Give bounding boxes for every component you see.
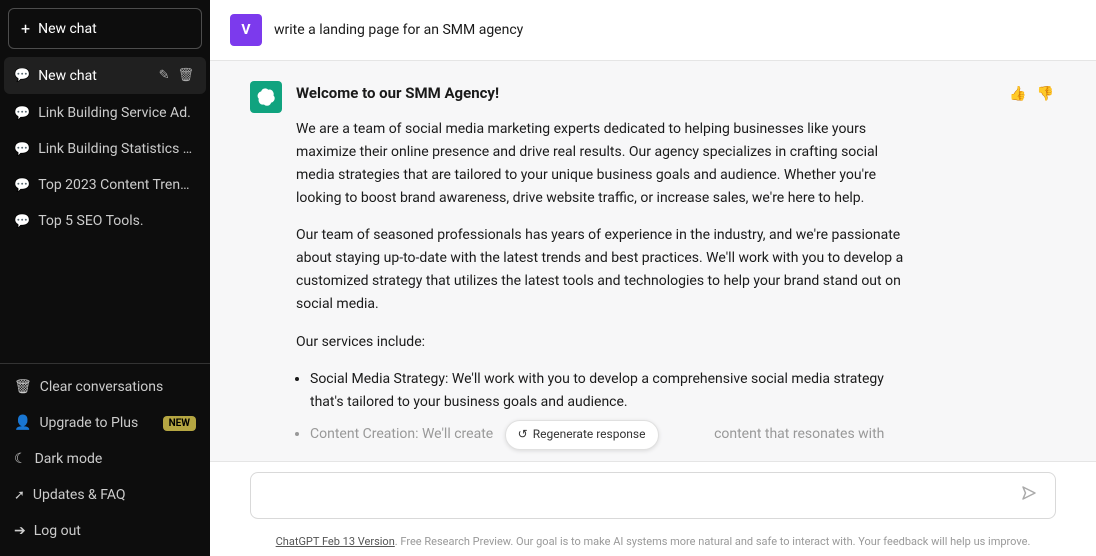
assistant-message-content: Welcome to our SMM Agency! We are a team… bbox=[296, 81, 916, 456]
delete-icon[interactable]: 🗑 bbox=[175, 66, 196, 85]
new-badge: NEW bbox=[163, 416, 196, 431]
regenerate-tooltip[interactable]: ↺ Regenerate response bbox=[505, 420, 659, 450]
chat-icon: 💬 bbox=[14, 214, 30, 229]
edit-icon[interactable]: ✎ bbox=[157, 66, 172, 85]
active-chat-icon-label: 💬 New chat bbox=[14, 68, 157, 84]
chat-icon: 💬 bbox=[14, 178, 30, 193]
sidebar-item-link-building-stats[interactable]: 💬 Link Building Statistics 2023 bbox=[4, 132, 206, 166]
chat-input-wrapper bbox=[250, 472, 1056, 519]
sidebar-item-label: Link Building Service Ad. bbox=[38, 105, 191, 121]
user-icon: 👤 bbox=[14, 415, 31, 431]
sidebar: + New chat 💬 New chat ✎ 🗑 💬 Link Buildin… bbox=[0, 0, 210, 556]
dark-mode-button[interactable]: ☾ Dark mode bbox=[4, 442, 206, 476]
assistant-message-row: Welcome to our SMM Agency! We are a team… bbox=[210, 61, 1096, 461]
log-out-label: Log out bbox=[34, 523, 81, 539]
sidebar-item-link-building-ad[interactable]: 💬 Link Building Service Ad. bbox=[4, 96, 206, 130]
active-chat-actions: ✎ 🗑 bbox=[157, 66, 196, 85]
clear-conversations-button[interactable]: 🗑 Clear conversations bbox=[4, 370, 206, 404]
log-out-button[interactable]: ➔ Log out bbox=[4, 514, 206, 548]
service-item-1: Social Media Strategy: We'll work with y… bbox=[310, 368, 916, 414]
upgrade-to-plus-button[interactable]: 👤 Upgrade to Plus NEW bbox=[4, 406, 206, 440]
sidebar-item-label: Top 5 SEO Tools. bbox=[38, 213, 143, 229]
main-panel: V write a landing page for an SMM agency… bbox=[210, 0, 1096, 556]
dark-mode-label: Dark mode bbox=[35, 451, 103, 467]
message-actions: 👍 👎 bbox=[1007, 81, 1056, 104]
service-item-2: Content Creation: We'll create ↺ Regener… bbox=[310, 420, 916, 450]
header-prompt: write a landing page for an SMM agency bbox=[274, 22, 523, 38]
upgrade-to-plus-label: Upgrade to Plus bbox=[39, 415, 138, 431]
new-chat-top-label: New chat bbox=[38, 21, 97, 37]
thumbs-up-button[interactable]: 👍 bbox=[1007, 83, 1028, 104]
gpt-avatar bbox=[250, 81, 282, 113]
thumbs-down-button[interactable]: 👎 bbox=[1035, 83, 1056, 104]
footer-text: . Free Research Preview. Our goal is to … bbox=[395, 535, 1031, 548]
footer-note: ChatGPT Feb 13 Version. Free Research Pr… bbox=[210, 529, 1096, 556]
sidebar-bottom: 🗑 Clear conversations 👤 Upgrade to Plus … bbox=[0, 363, 210, 556]
sidebar-item-label: Top 2023 Content Trends. bbox=[38, 177, 196, 193]
clear-conversations-label: Clear conversations bbox=[40, 379, 163, 395]
chat-input-area bbox=[210, 461, 1096, 529]
footer-link[interactable]: ChatGPT Feb 13 Version bbox=[276, 535, 395, 548]
chat-messages: Welcome to our SMM Agency! We are a team… bbox=[210, 61, 1096, 461]
response-paragraph1: We are a team of social media marketing … bbox=[296, 118, 916, 210]
services-list: Social Media Strategy: We'll work with y… bbox=[296, 368, 916, 450]
chat-input[interactable] bbox=[265, 485, 1009, 507]
sidebar-item-seo-tools[interactable]: 💬 Top 5 SEO Tools. bbox=[4, 204, 206, 238]
chat-header: V write a landing page for an SMM agency bbox=[210, 0, 1096, 61]
chat-icon: 💬 bbox=[14, 106, 30, 121]
moon-icon: ☾ bbox=[14, 451, 27, 467]
external-link-icon: ➚ bbox=[14, 488, 25, 503]
response-paragraph2: Our team of seasoned professionals has y… bbox=[296, 224, 916, 316]
plus-icon: + bbox=[21, 19, 30, 38]
sidebar-item-label: Link Building Statistics 2023 bbox=[38, 141, 196, 157]
new-chat-top-button[interactable]: + New chat bbox=[8, 8, 202, 49]
chat-bubble-icon: 💬 bbox=[14, 68, 30, 83]
chat-icon: 💬 bbox=[14, 142, 30, 157]
services-intro: Our services include: bbox=[296, 331, 916, 354]
logout-icon: ➔ bbox=[14, 523, 26, 539]
sidebar-item-content-trends[interactable]: 💬 Top 2023 Content Trends. bbox=[4, 168, 206, 202]
regenerate-icon: ↺ bbox=[518, 425, 528, 445]
regenerate-label: Regenerate response bbox=[533, 425, 646, 445]
avatar-letter: V bbox=[241, 22, 250, 38]
updates-faq-label: Updates & FAQ bbox=[33, 487, 126, 503]
active-chat-label: New chat bbox=[38, 68, 97, 84]
updates-faq-button[interactable]: ➚ Updates & FAQ bbox=[4, 478, 206, 512]
send-button[interactable] bbox=[1017, 483, 1041, 508]
avatar: V bbox=[230, 14, 262, 46]
trash-icon: 🗑 bbox=[14, 379, 32, 395]
response-title: Welcome to our SMM Agency! bbox=[296, 81, 916, 106]
sidebar-chat-list: 💬 New chat ✎ 🗑 💬 Link Building Service A… bbox=[0, 57, 210, 363]
sidebar-item-active[interactable]: 💬 New chat ✎ 🗑 bbox=[4, 57, 206, 94]
